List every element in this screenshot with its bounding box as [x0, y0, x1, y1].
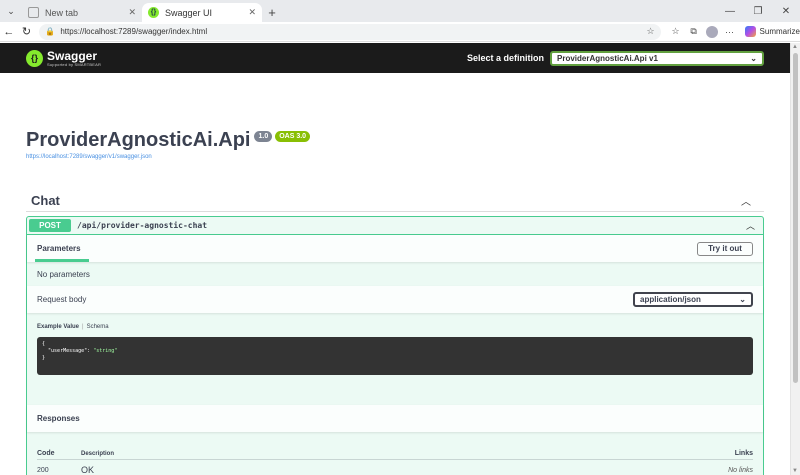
- copilot-icon: [744, 26, 756, 37]
- chevron-down-icon: ⌄: [739, 295, 746, 304]
- collections-icon[interactable]: ⧉: [685, 26, 703, 37]
- close-window-icon[interactable]: ✕: [772, 6, 800, 17]
- tab-title: Swagger UI: [165, 7, 213, 18]
- page-scrollbar[interactable]: ▲ ▼: [790, 43, 800, 475]
- new-tab-favicon-icon: [28, 7, 39, 18]
- no-parameters-text: No parameters: [37, 269, 90, 279]
- col-description: Description: [81, 450, 115, 457]
- page-viewport: {} Swagger Supported by SMARTBEAR Select…: [0, 43, 790, 475]
- tag-name: Chat: [31, 193, 60, 208]
- lock-icon[interactable]: 🔒: [45, 27, 55, 36]
- address-url: https://localhost:7289/swagger/index.htm…: [60, 27, 208, 36]
- response-links: No links: [728, 466, 753, 474]
- swagger-logo-icon: {}: [26, 49, 43, 67]
- swagger-topbar: {} Swagger Supported by SMARTBEAR Select…: [0, 43, 790, 73]
- close-tab-icon[interactable]: ✕: [128, 7, 136, 18]
- code-value: "string": [93, 348, 118, 354]
- operation-path: /api/provider-agnostic-chat: [77, 221, 208, 230]
- code-line-open: {: [42, 341, 46, 347]
- request-body: Example Value | Schema { "userMessage": …: [27, 313, 763, 405]
- content-type-select[interactable]: application/json ⌄: [633, 292, 753, 307]
- tag-section-chat: Chat ︿ POST /api/provider-agnostic-chat …: [26, 190, 764, 475]
- api-info: ProviderAgnosticAi.Api 1.0 OAS 3.0 https…: [0, 129, 790, 160]
- table-row: 200 OK No links: [37, 460, 753, 475]
- operation-summary[interactable]: POST /api/provider-agnostic-chat ︿: [27, 217, 763, 235]
- toolbar-right: ☆ ⧉ ··· Summarize: [667, 25, 800, 38]
- browser-tab-new[interactable]: New tab ✕: [22, 3, 142, 22]
- oas-badge: OAS 3.0: [275, 131, 311, 142]
- address-bar[interactable]: 🔒 https://localhost:7289/swagger/index.h…: [39, 23, 661, 40]
- response-code: 200: [37, 466, 49, 474]
- logo-subtext: Supported by SMARTBEAR: [47, 61, 102, 67]
- select-definition-label: Select a definition: [466, 53, 544, 63]
- favorites-icon[interactable]: ☆: [667, 26, 685, 37]
- col-links: Links: [734, 450, 753, 457]
- operation-block: POST /api/provider-agnostic-chat ︿ Param…: [26, 216, 764, 475]
- window-controls: — ❐ ✕: [716, 0, 800, 22]
- browser-tab-swagger[interactable]: {} Swagger UI ✕: [142, 3, 262, 22]
- example-code-block[interactable]: { "userMessage": "string" }: [37, 337, 753, 375]
- code-line-close: }: [42, 355, 46, 361]
- chevron-up-icon[interactable]: ︿: [741, 193, 751, 208]
- tab-title: New tab: [45, 7, 79, 18]
- scroll-down-icon[interactable]: ▼: [792, 468, 798, 474]
- method-badge: POST: [29, 219, 71, 232]
- request-body-header: Request body application/json ⌄: [27, 286, 763, 313]
- maximize-icon[interactable]: ❐: [744, 6, 772, 17]
- tab-example-value[interactable]: Example Value: [37, 324, 79, 330]
- tab-separator: |: [82, 324, 84, 330]
- scrollbar-thumb[interactable]: [793, 53, 798, 383]
- col-code: Code: [37, 450, 55, 457]
- responses-header: Responses: [27, 405, 763, 432]
- code-key: "userMessage": [48, 348, 88, 354]
- summarize-label: Summarize: [759, 27, 800, 36]
- tag-header[interactable]: Chat ︿: [26, 190, 764, 212]
- profile-avatar[interactable]: [705, 25, 718, 38]
- chevron-down-icon: ⌄: [750, 53, 757, 63]
- summarize-button[interactable]: Summarize: [744, 26, 800, 37]
- spec-url-link[interactable]: https://localhost:7289/swagger/v1/swagge…: [26, 154, 764, 160]
- version-badge: 1.0: [254, 131, 273, 142]
- responses-table: Code Description Links 200 OK No links: [27, 432, 763, 475]
- request-body-label: Request body: [37, 295, 87, 304]
- tab-actions-icon[interactable]: ⌄: [0, 0, 22, 22]
- tab-parameters[interactable]: Parameters: [35, 244, 89, 262]
- new-tab-button[interactable]: +: [262, 3, 282, 22]
- chevron-up-icon[interactable]: ︿: [746, 219, 755, 232]
- back-icon[interactable]: ←: [0, 26, 18, 38]
- example-tabs: Example Value | Schema: [37, 324, 753, 330]
- try-it-out-button[interactable]: Try it out: [697, 241, 753, 256]
- selected-definition: ProviderAgnosticAi.Api v1: [557, 53, 658, 63]
- parameters-header: Parameters Try it out: [27, 235, 763, 262]
- content-type-value: application/json: [640, 295, 701, 304]
- api-title: ProviderAgnosticAi.Api: [26, 129, 251, 151]
- close-tab-icon[interactable]: ✕: [248, 7, 256, 18]
- favorite-star-icon[interactable]: ☆: [646, 26, 654, 37]
- swagger-favicon-icon: {}: [148, 7, 159, 18]
- response-description: OK: [81, 465, 95, 475]
- tab-schema[interactable]: Schema: [87, 324, 109, 330]
- responses-title: Responses: [37, 414, 80, 423]
- logo-text: Swagger: [47, 48, 98, 63]
- definition-selector: Select a definition ProviderAgnosticAi.A…: [466, 50, 764, 66]
- swagger-logo[interactable]: {} Swagger Supported by SMARTBEAR: [26, 48, 102, 67]
- refresh-icon[interactable]: ↻: [18, 25, 36, 38]
- browser-toolbar: ← ↻ 🔒 https://localhost:7289/swagger/ind…: [0, 22, 800, 42]
- minimize-icon[interactable]: —: [716, 6, 744, 17]
- more-icon[interactable]: ···: [721, 27, 739, 37]
- scroll-up-icon[interactable]: ▲: [792, 44, 798, 50]
- responses-columns: Code Description Links: [37, 448, 753, 460]
- definition-select[interactable]: ProviderAgnosticAi.Api v1 ⌄: [550, 50, 764, 66]
- browser-tabstrip: ⌄ New tab ✕ {} Swagger UI ✕ + — ❐ ✕: [0, 0, 800, 22]
